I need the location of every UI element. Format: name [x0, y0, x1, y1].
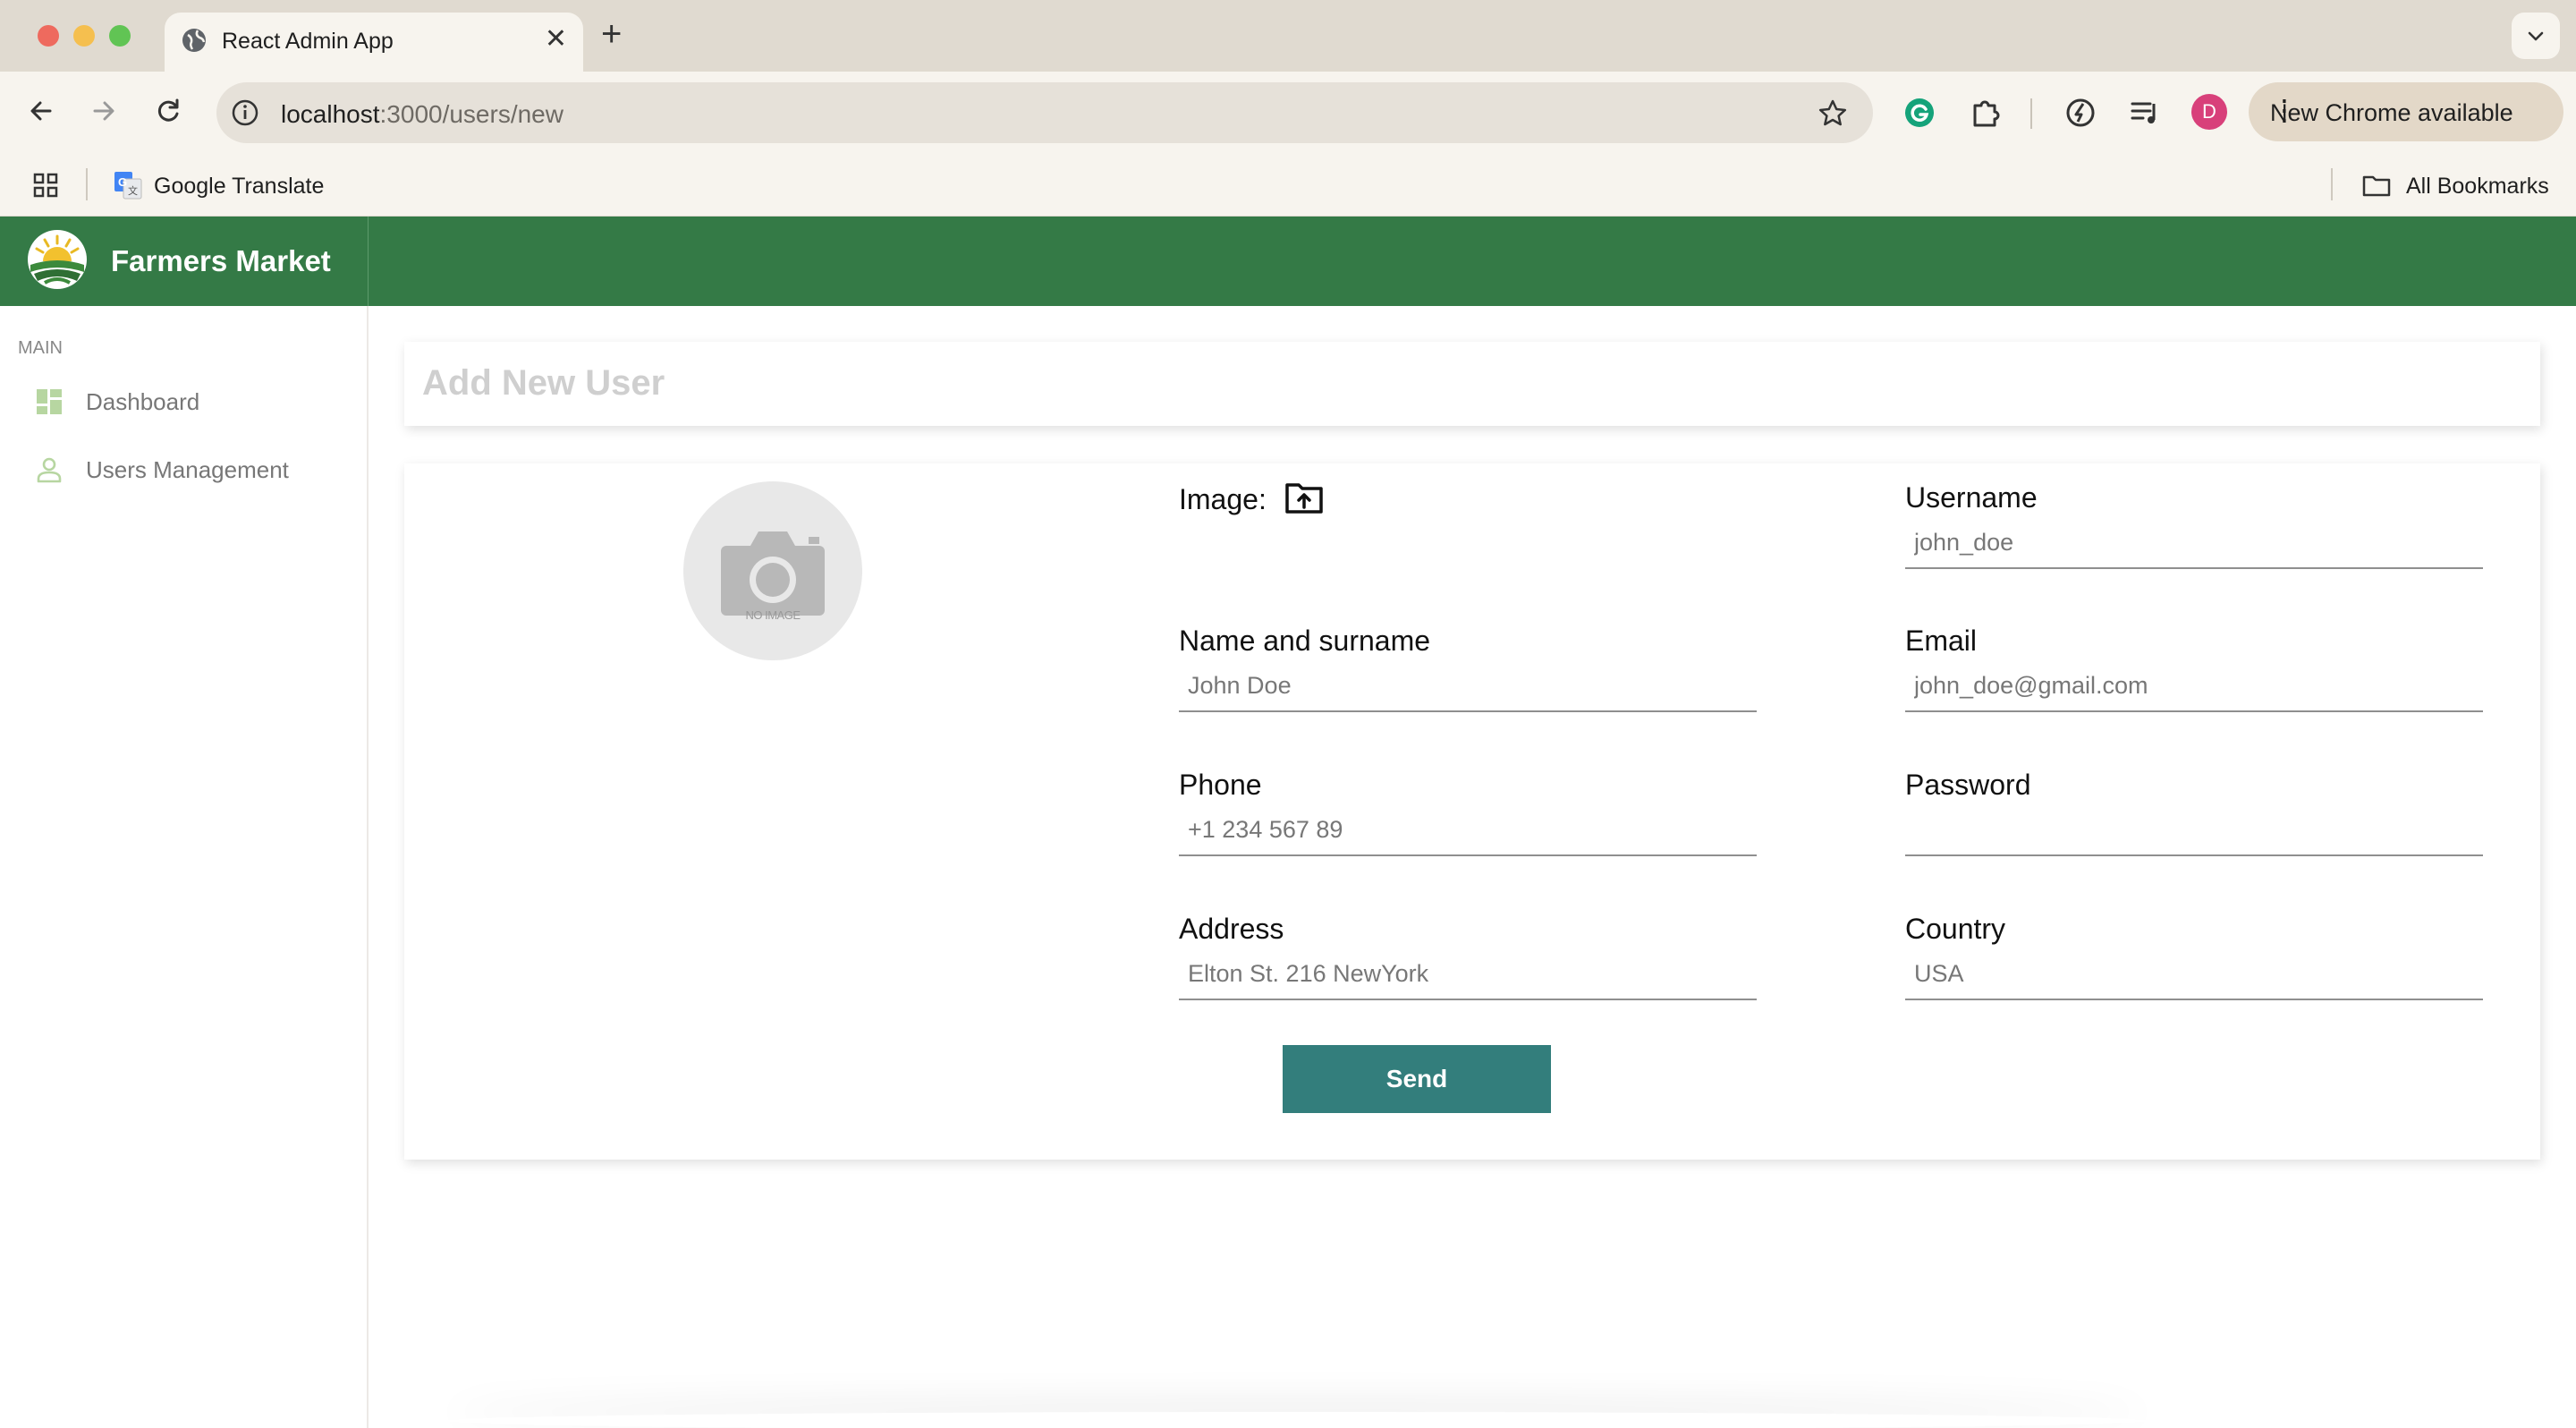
address-bar[interactable]: localhost:3000/users/new	[216, 82, 1873, 143]
grammarly-icon[interactable]	[1902, 95, 1937, 131]
brand-name: Farmers Market	[111, 244, 331, 277]
name-input[interactable]	[1179, 660, 1757, 712]
address-input[interactable]	[1179, 948, 1757, 1000]
window-minimize-button[interactable]	[73, 25, 95, 47]
profile-avatar[interactable]: D	[2191, 94, 2227, 130]
address-label: Address	[1179, 913, 1284, 945]
url-path: :3000/users/new	[379, 100, 564, 128]
folder-icon	[2362, 175, 2391, 197]
apps-grid-icon[interactable]	[32, 172, 59, 199]
tab-close-icon[interactable]: ✕	[545, 23, 567, 55]
toolbar-divider	[2030, 98, 2032, 129]
camera-icon	[721, 531, 825, 616]
back-icon[interactable]	[21, 91, 61, 131]
person-icon	[37, 457, 62, 483]
browser-tab-active[interactable]: React Admin App ✕	[165, 13, 583, 72]
new-tab-icon[interactable]: +	[601, 14, 622, 54]
sidebar-item-users-management[interactable]: Users Management	[36, 447, 358, 492]
sidebar-section-title: MAIN	[18, 338, 63, 358]
extensions-puzzle-icon[interactable]	[1968, 95, 2004, 131]
username-field: Username	[1905, 481, 2483, 589]
username-input[interactable]	[1905, 517, 2483, 569]
sidebar-item-label: Dashboard	[86, 388, 200, 415]
username-label: Username	[1905, 481, 2038, 514]
email-input[interactable]	[1905, 660, 2483, 712]
performance-icon[interactable]	[2063, 95, 2098, 131]
window-close-button[interactable]	[38, 25, 59, 47]
window-zoom-button[interactable]	[109, 25, 131, 47]
app-root: Farmers Market MAIN Dashboard Users Mana…	[0, 217, 2576, 1428]
chevron-down-icon	[2528, 31, 2544, 41]
password-input[interactable]	[1905, 804, 2483, 856]
all-bookmarks-button[interactable]: All Bookmarks	[2406, 174, 2549, 200]
dashboard-icon	[37, 389, 62, 414]
reload-icon[interactable]	[148, 91, 188, 131]
bookmark-google-translate[interactable]: Google Translate	[154, 174, 324, 200]
url-host: localhost	[281, 100, 380, 128]
bookmark-separator	[86, 168, 88, 200]
sidebar-item-label: Users Management	[86, 456, 289, 483]
site-info-icon[interactable]	[229, 97, 261, 129]
phone-label: Phone	[1179, 769, 1262, 801]
email-field: Email	[1905, 625, 2483, 732]
farmers-market-logo-icon	[28, 230, 87, 289]
chrome-update-button[interactable]: New Chrome available ⋮	[2249, 82, 2563, 141]
globe-icon	[182, 29, 206, 52]
phone-field: Phone	[1179, 769, 1757, 876]
browser-toolbar: localhost:3000/users/new D New Chrome av…	[0, 72, 2576, 152]
sidebar: MAIN Dashboard Users Management	[0, 306, 369, 1428]
forward-icon[interactable]	[84, 91, 123, 131]
country-field: Country	[1905, 913, 2483, 1020]
image-upload-field: Image:	[1179, 483, 1323, 516]
decorative-shadow	[447, 1412, 2147, 1428]
country-input[interactable]	[1905, 948, 2483, 1000]
app-topbar: Farmers Market	[0, 217, 2576, 306]
avatar-placeholder: NO IMAGE	[683, 481, 862, 660]
send-button[interactable]: Send	[1283, 1045, 1551, 1113]
name-label: Name and surname	[1179, 625, 1431, 657]
drive-folder-upload-icon[interactable]	[1284, 480, 1324, 515]
email-label: Email	[1905, 625, 1978, 657]
url-text: localhost:3000/users/new	[281, 100, 564, 129]
page-title-card: Add New User	[404, 342, 2540, 426]
page-title: Add New User	[422, 363, 665, 403]
phone-input[interactable]	[1179, 804, 1757, 856]
bookmark-separator	[2331, 168, 2333, 200]
country-label: Country	[1905, 913, 2006, 945]
svg-text:G: G	[118, 175, 127, 189]
address-field: Address	[1179, 913, 1757, 1020]
password-field: Password	[1905, 769, 2483, 876]
brand[interactable]: Farmers Market	[0, 217, 369, 306]
avatar-placeholder-text: NO IMAGE	[745, 608, 801, 622]
svg-text:文: 文	[128, 184, 138, 197]
tab-title: React Admin App	[222, 29, 394, 54]
name-field: Name and surname	[1179, 625, 1757, 732]
more-vert-icon: ⋮	[2270, 94, 2299, 126]
google-translate-icon: G 文	[114, 172, 142, 200]
browser-tab-strip: React Admin App ✕ +	[0, 0, 2576, 72]
media-controls-icon[interactable]	[2127, 95, 2163, 131]
bookmark-star-icon[interactable]	[1818, 98, 1848, 129]
password-label: Password	[1905, 769, 2031, 801]
tab-search-button[interactable]	[2512, 13, 2560, 59]
bookmarks-bar: G 文 Google Translate All Bookmarks	[0, 152, 2576, 217]
image-label: Image:	[1179, 483, 1267, 515]
sidebar-item-dashboard[interactable]: Dashboard	[36, 379, 358, 424]
